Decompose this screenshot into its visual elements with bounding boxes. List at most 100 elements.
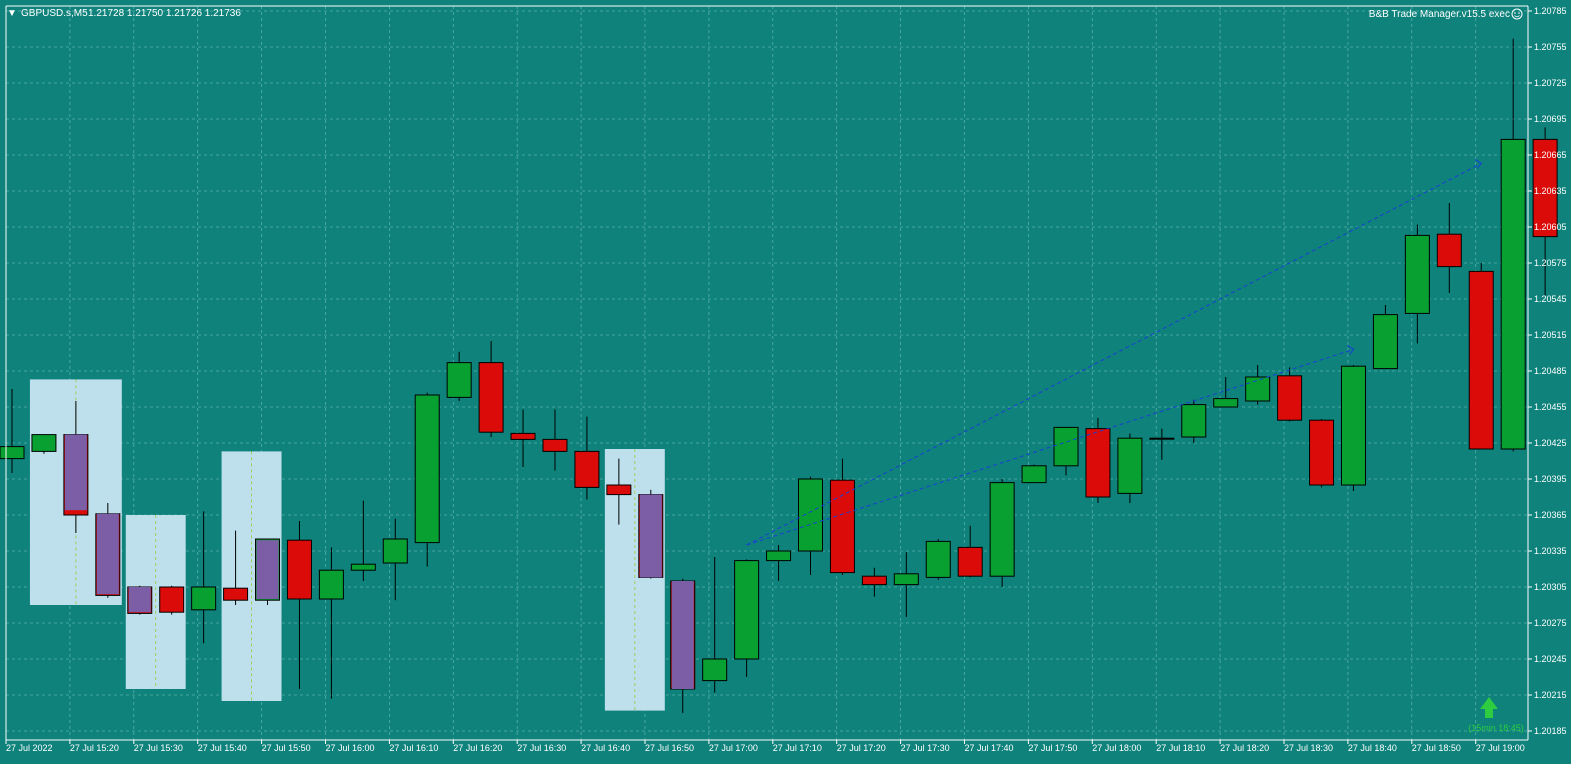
x-tick-label: 27 Jul 16:40	[581, 743, 630, 753]
candle-body	[478, 362, 504, 433]
candle-body	[574, 450, 600, 488]
candle-overlay	[128, 587, 151, 613]
candle-overlay	[639, 494, 662, 578]
candle-body	[223, 587, 249, 601]
candle-body	[1053, 426, 1079, 467]
x-tick-label: 27 Jul 16:20	[453, 743, 502, 753]
x-tick-label: 27 Jul 15:50	[262, 743, 311, 753]
candle-body	[1436, 233, 1462, 268]
x-tick-label: 27 Jul 2022	[6, 743, 53, 753]
candle-body	[414, 394, 440, 544]
x-tick-label: 27 Jul 18:50	[1412, 743, 1461, 753]
x-tick-label: 27 Jul 18:30	[1284, 743, 1333, 753]
y-tick-label: 1.20695	[1534, 114, 1567, 124]
x-tick-label: 27 Jul 18:20	[1220, 743, 1269, 753]
candle-body	[1085, 428, 1111, 498]
candle-body	[350, 563, 376, 571]
y-tick-label: 1.20485	[1534, 366, 1567, 376]
candle-body	[31, 434, 57, 452]
candle-overlay	[64, 434, 87, 511]
x-tick-label: 27 Jul 17:30	[901, 743, 950, 753]
candle-body	[702, 658, 728, 682]
candle-body	[1309, 419, 1335, 486]
candle-body	[1277, 375, 1303, 421]
candle-body	[1340, 365, 1366, 486]
candle-body	[1372, 314, 1398, 370]
ea-label: B&B Trade Manager.v15.5 exec	[1369, 9, 1510, 20]
x-tick-label: 27 Jul 18:00	[1092, 743, 1141, 753]
candle-body	[1213, 398, 1239, 408]
y-tick-label: 1.20545	[1534, 294, 1567, 304]
x-tick-label: 27 Jul 19:00	[1476, 743, 1525, 753]
y-tick-label: 1.20515	[1534, 330, 1567, 340]
candle-body	[1181, 404, 1207, 438]
candle-body	[1468, 270, 1494, 450]
candle-body	[1404, 234, 1430, 314]
y-tick-label: 1.20305	[1534, 582, 1567, 592]
symbol-dropdown-icon[interactable]: ▼	[7, 8, 17, 19]
y-tick-label: 1.20245	[1534, 654, 1567, 664]
y-tick-label: 1.20785	[1534, 6, 1567, 16]
chart-ohlc: 1.21728 1.21750 1.21726 1.21736	[88, 8, 241, 19]
price-chart[interactable]: ▼ GBPUSD.s,M5 1.21728 1.21750 1.21726 1.…	[0, 0, 1571, 764]
x-tick-label: 27 Jul 18:10	[1156, 743, 1205, 753]
y-tick-label: 1.20425	[1534, 438, 1567, 448]
y-tick-label: 1.20455	[1534, 402, 1567, 412]
candle-body	[829, 479, 855, 574]
y-tick-label: 1.20605	[1534, 222, 1567, 232]
x-tick-label: 27 Jul 17:10	[773, 743, 822, 753]
signal-label: (15min 18:45)	[1468, 723, 1524, 733]
x-tick-label: 27 Jul 17:20	[837, 743, 886, 753]
candle-body	[1149, 437, 1175, 440]
candle-body	[382, 538, 408, 564]
y-tick-label: 1.20365	[1534, 510, 1567, 520]
y-tick-label: 1.20335	[1534, 546, 1567, 556]
candle-body	[925, 540, 951, 578]
candle-body	[286, 539, 312, 600]
y-tick-label: 1.20635	[1534, 186, 1567, 196]
x-tick-label: 27 Jul 16:50	[645, 743, 694, 753]
x-tick-label: 27 Jul 16:00	[326, 743, 375, 753]
candle-body	[446, 362, 472, 398]
candle-body	[606, 484, 632, 496]
candle-body	[861, 575, 887, 586]
x-tick-label: 27 Jul 16:30	[517, 743, 566, 753]
candle-body	[191, 586, 217, 611]
y-tick-label: 1.20665	[1534, 150, 1567, 160]
x-tick-label: 27 Jul 15:40	[198, 743, 247, 753]
candle-body	[1245, 376, 1271, 402]
candle-body	[893, 573, 919, 586]
price-axis[interactable]: 1.20785 1.20755 1.20725 1.20695 1.20665 1.206…	[1528, 6, 1567, 736]
x-tick-label: 27 Jul 17:40	[965, 743, 1014, 753]
x-tick-label: 27 Jul 15:30	[134, 743, 183, 753]
y-tick-label: 1.20185	[1534, 726, 1567, 736]
candle-body	[1500, 138, 1526, 450]
y-tick-label: 1.20575	[1534, 258, 1567, 268]
x-tick-label: 27 Jul 16:10	[389, 743, 438, 753]
y-tick-label: 1.20275	[1534, 618, 1567, 628]
chart-symbol: GBPUSD.s,M5	[21, 8, 88, 19]
candle-body	[542, 438, 568, 452]
candle-body	[734, 560, 760, 660]
x-tick-label: 27 Jul 18:40	[1348, 743, 1397, 753]
candle-overlay	[256, 540, 279, 599]
candle-body	[0, 446, 25, 460]
candle-body	[159, 586, 185, 613]
y-tick-label: 1.20755	[1534, 42, 1567, 52]
x-tick-label: 27 Jul 17:50	[1028, 743, 1077, 753]
y-tick-label: 1.20725	[1534, 78, 1567, 88]
candle-body	[989, 482, 1015, 577]
y-tick-label: 1.20215	[1534, 690, 1567, 700]
candle-body	[766, 550, 792, 562]
candle-body	[1021, 465, 1047, 484]
x-tick-label: 27 Jul 15:20	[70, 743, 119, 753]
candle-overlay	[96, 513, 119, 595]
candle-overlay	[671, 581, 694, 689]
candle-body	[957, 546, 983, 577]
x-tick-label: 27 Jul 17:00	[709, 743, 758, 753]
candle-body	[798, 478, 823, 552]
candle-body	[510, 432, 536, 440]
candle-body	[318, 569, 344, 600]
candle-body	[1117, 437, 1143, 494]
y-tick-label: 1.20395	[1534, 474, 1567, 484]
